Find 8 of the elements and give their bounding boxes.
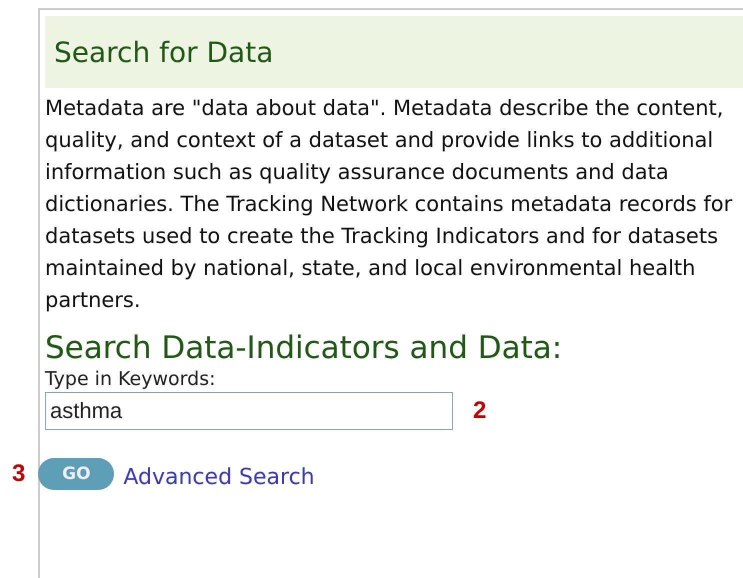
- keywords-label: Type in Keywords:: [45, 368, 216, 390]
- search-heading: Search Data-Indicators and Data:: [45, 330, 564, 366]
- section-title: Search for Data: [54, 36, 274, 68]
- advanced-search-link[interactable]: Advanced Search: [123, 464, 315, 490]
- callout-number: 3: [12, 460, 26, 488]
- callout-number: 2: [473, 397, 486, 425]
- description-text: Metadata are "data about data". Metadata describe the content, quality, and context of a dataset and provide links to additional information such as quality assurance documents and data dictionaries. The Tracking Network contains metadata records for datasets used to create the Tracking Indicators and for datasets maintained by national, state, and local environmental health partners.: [45, 95, 734, 314]
- keywords-field[interactable]: asthma: [45, 392, 453, 430]
